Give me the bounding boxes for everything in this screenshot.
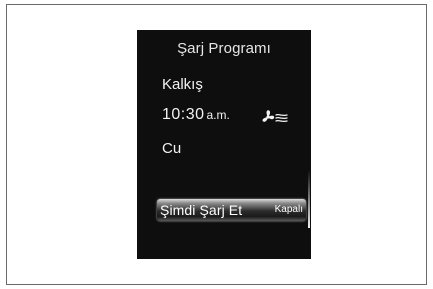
charge-now-button[interactable]: Şimdi Şarj Et Kapalı (157, 199, 306, 221)
departure-label: Kalkış (162, 76, 203, 93)
departure-time-suffix: a.m. (206, 108, 230, 122)
departure-time-value: 10:30 (162, 106, 205, 123)
scroll-indicator (308, 170, 310, 228)
screen-title: Şarj Programı (177, 40, 271, 57)
departure-time[interactable]: 10:30 a.m. (162, 106, 230, 124)
charge-schedule-screen: Şarj Programı Kalkış 10:30 a.m. Cu Şimdi … (137, 30, 311, 259)
charge-now-status: Kapalı (274, 204, 303, 215)
fan-airflow-icon (262, 110, 288, 123)
departure-day[interactable]: Cu (162, 140, 181, 157)
illustration-frame: Şarj Programı Kalkış 10:30 a.m. Cu Şimdi … (6, 4, 427, 285)
charge-now-label: Şimdi Şarj Et (160, 202, 243, 218)
